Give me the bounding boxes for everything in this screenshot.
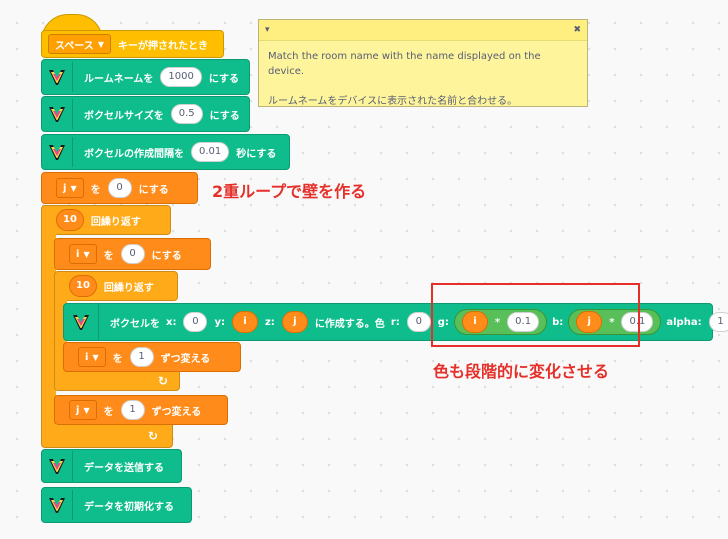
key-dropdown-label: スペース bbox=[55, 40, 94, 52]
interval-label: ボクセルの作成間隔を bbox=[84, 148, 184, 160]
alpha-label: alpha: bbox=[666, 316, 702, 328]
repeat-outer-label: 回繰り返す bbox=[90, 216, 141, 228]
repeat-inner-block[interactable]: 10 回繰り返す bbox=[54, 271, 178, 301]
variable-j-label: j bbox=[63, 182, 67, 194]
interval-input[interactable]: 0.01 bbox=[191, 142, 230, 162]
change-i-suffix: ずつ変える bbox=[160, 353, 211, 365]
z-label: z: bbox=[264, 316, 275, 328]
variable-i-label: i bbox=[85, 351, 89, 363]
set-interval-block[interactable]: ボクセルの作成間隔を 0.01 秒にする bbox=[41, 134, 290, 170]
set-room-name-block[interactable]: ルームネームを 1000 にする bbox=[41, 59, 250, 95]
room-name-input[interactable]: 1000 bbox=[160, 67, 202, 87]
change-j-input[interactable]: 1 bbox=[120, 400, 145, 420]
color-annotation: 色も段階的に変化させる bbox=[433, 362, 610, 381]
variable-j-label: j bbox=[76, 404, 80, 416]
chevron-down-icon: ▼ bbox=[97, 39, 104, 49]
init-data-label: データを初期化する bbox=[84, 501, 174, 513]
color-highlight-box bbox=[431, 283, 640, 347]
r-input[interactable]: 0 bbox=[406, 312, 431, 332]
voxel-extension-icon bbox=[42, 490, 73, 520]
r-label: r: bbox=[390, 316, 400, 328]
set-i-suffix: にする bbox=[151, 250, 182, 262]
variable-j-dropdown[interactable]: j ▼ bbox=[69, 400, 97, 420]
variable-j-dropdown[interactable]: j ▼ bbox=[56, 178, 84, 198]
interval-suffix: 秒にする bbox=[236, 148, 277, 160]
set-i-input[interactable]: 0 bbox=[120, 244, 145, 264]
change-j-block[interactable]: j ▼ を 1 ずつ変える bbox=[54, 395, 228, 425]
change-j-mid-label: を bbox=[103, 406, 114, 418]
repeat-inner-count-input[interactable]: 10 bbox=[69, 275, 97, 297]
key-dropdown[interactable]: スペース ▼ bbox=[48, 34, 111, 54]
room-name-suffix: にする bbox=[208, 73, 239, 85]
voxel-extension-icon bbox=[42, 451, 73, 481]
voxel-extension-icon bbox=[42, 99, 73, 129]
y-variable-reporter[interactable]: i bbox=[231, 311, 258, 333]
create-voxel-mid-label: に作成する。色 bbox=[314, 318, 385, 330]
chevron-down-icon: ▼ bbox=[83, 249, 90, 259]
set-voxel-size-block[interactable]: ボクセルサイズを 0.5 にする bbox=[41, 96, 250, 132]
voxel-size-suffix: にする bbox=[209, 110, 240, 122]
variable-i-dropdown[interactable]: i ▼ bbox=[78, 347, 106, 367]
x-input[interactable]: 0 bbox=[183, 312, 208, 332]
change-i-input[interactable]: 1 bbox=[129, 347, 154, 367]
close-icon[interactable]: ✖ bbox=[573, 25, 581, 35]
init-data-block[interactable]: データを初期化する bbox=[41, 487, 192, 523]
chevron-down-icon: ▼ bbox=[83, 405, 90, 415]
variable-i-dropdown[interactable]: i ▼ bbox=[69, 244, 97, 264]
chevron-down-icon: ▼ bbox=[70, 183, 77, 193]
voxel-size-label: ボクセルサイズを bbox=[84, 110, 164, 122]
alpha-input[interactable]: 1 bbox=[708, 312, 728, 332]
set-i-mid-label: を bbox=[103, 250, 114, 262]
send-data-label: データを送信する bbox=[84, 462, 164, 474]
change-j-suffix: ずつ変える bbox=[151, 406, 202, 418]
loop-annotation: 2重ループで壁を作る bbox=[212, 182, 367, 201]
send-data-block[interactable]: データを送信する bbox=[41, 449, 182, 483]
change-i-mid-label: を bbox=[112, 353, 123, 365]
loop-arrow-icon: ↻ bbox=[148, 429, 159, 443]
set-i-block[interactable]: i ▼ を 0 にする bbox=[54, 238, 211, 270]
comment-line-en: Match the room name with the name displa… bbox=[268, 51, 541, 77]
set-j-input[interactable]: 0 bbox=[107, 178, 132, 198]
set-j-block[interactable]: j ▼ を 0 にする bbox=[41, 172, 198, 204]
repeat-outer-block[interactable]: 10 回繰り返す bbox=[41, 205, 171, 235]
loop-arrow-icon: ↻ bbox=[158, 374, 169, 388]
room-name-label: ルームネームを bbox=[84, 73, 154, 85]
x-label: x: bbox=[166, 316, 177, 328]
comment-line-ja: ルームネームをデバイスに表示された名前と合わせる。 bbox=[268, 96, 518, 107]
repeat-outer-count-input[interactable]: 10 bbox=[56, 209, 84, 231]
z-variable-reporter[interactable]: j bbox=[281, 311, 308, 333]
y-label: y: bbox=[214, 316, 225, 328]
voxel-extension-icon bbox=[42, 137, 73, 167]
repeat-inner-label: 回繰り返す bbox=[103, 282, 154, 294]
collapse-icon[interactable]: ▾ bbox=[265, 25, 270, 35]
voxel-size-input[interactable]: 0.5 bbox=[170, 104, 203, 124]
when-key-pressed-label: キーが押されたとき bbox=[117, 40, 208, 52]
set-j-suffix: にする bbox=[138, 184, 169, 196]
variable-i-label: i bbox=[76, 248, 80, 260]
create-voxel-label: ボクセルを bbox=[110, 318, 160, 330]
voxel-extension-icon bbox=[64, 304, 99, 340]
comment-note[interactable]: ▾ ✖ Match the room name with the name dis… bbox=[258, 19, 588, 107]
set-j-mid-label: を bbox=[90, 184, 101, 196]
voxel-extension-icon bbox=[42, 62, 73, 92]
when-key-pressed-block[interactable]: スペース ▼ キーが押されたとき bbox=[41, 30, 224, 58]
chevron-down-icon: ▼ bbox=[92, 352, 99, 362]
change-i-block[interactable]: i ▼ を 1 ずつ変える bbox=[63, 342, 241, 372]
